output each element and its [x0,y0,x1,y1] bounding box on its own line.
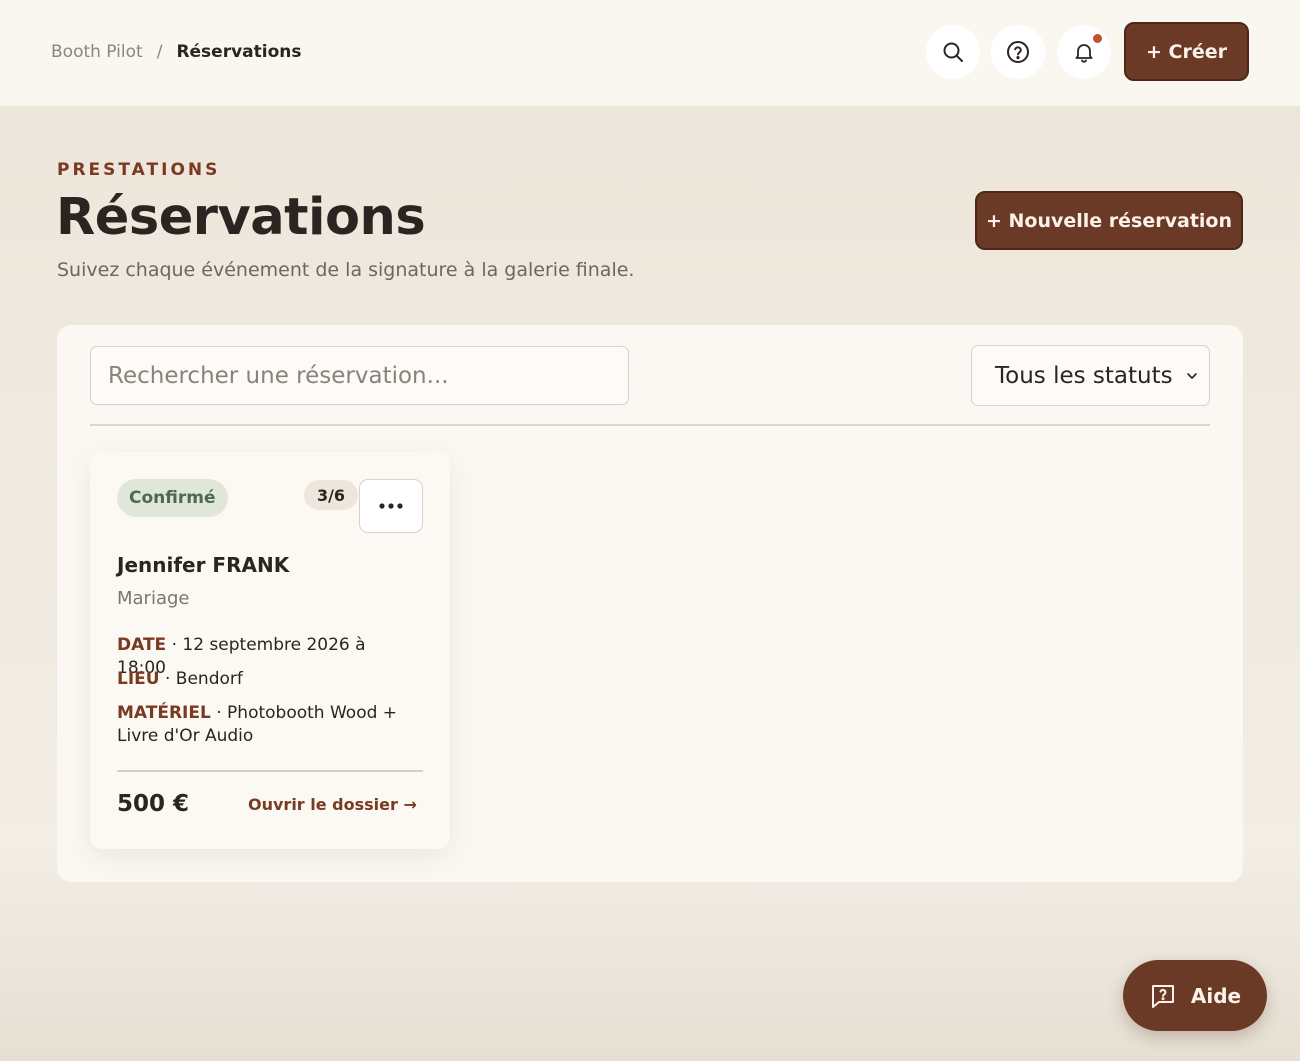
progress-count: 3/6 [304,480,358,510]
card-divider [117,770,423,772]
new-reservation-button[interactable]: + Nouvelle réservation [975,191,1243,250]
status-filter-select[interactable]: Tous les statuts [971,345,1210,406]
help-circle-icon [1007,41,1029,63]
open-file-link[interactable]: Ouvrir le dossier → [248,795,417,814]
reservation-search-input[interactable] [90,346,629,405]
create-button[interactable]: + Créer [1124,22,1249,81]
create-button-label: + Créer [1146,40,1227,63]
help-button[interactable] [991,25,1045,79]
status-badge: Confirmé [117,479,228,517]
filter-divider [90,424,1210,426]
detail-location: LIEU · Bendorf [117,669,243,689]
location-value: Bendorf [175,669,243,689]
equipment-label: MATÉRIEL [117,703,211,723]
page-title: Réservations [56,188,426,247]
new-reservation-label: + Nouvelle réservation [985,209,1233,232]
reservations-panel: Tous les statuts Confirmé 3/6 Jennifer F… [57,325,1243,882]
notification-dot [1093,34,1102,43]
page-subtitle: Suivez chaque événement de la signature … [57,259,635,281]
client-name: Jennifer FRANK [117,553,290,577]
search-button[interactable] [926,25,980,79]
reservation-price: 500 € [117,791,190,817]
top-bar: Booth Pilot / Réservations + Créer [0,0,1300,106]
date-label: DATE [117,635,167,655]
breadcrumb-root[interactable]: Booth Pilot [51,41,143,63]
breadcrumb-separator: / [156,42,163,62]
location-label: LIEU [117,669,160,689]
status-filter-value: Tous les statuts [995,362,1173,389]
reservation-card[interactable]: Confirmé 3/6 Jennifer FRANK Mariage DATE… [90,452,450,849]
breadcrumb-current: Réservations [176,42,302,62]
chat-question-icon [1151,984,1174,1008]
help-fab-button[interactable]: Aide [1123,960,1267,1031]
chevron-down-icon [1187,373,1197,379]
section-eyebrow: PRESTATIONS [57,160,221,180]
breadcrumb: Booth Pilot / Réservations [51,41,302,63]
notifications-button[interactable] [1057,25,1111,79]
detail-equipment: MATÉRIEL · Photobooth Wood + Livre d'Or … [117,703,398,746]
event-type: Mariage [117,588,190,609]
help-fab-label: Aide [1190,983,1242,1008]
more-options-button[interactable] [359,479,423,533]
search-icon [943,42,963,62]
more-horizontal-icon [379,503,403,509]
bell-icon [1075,44,1093,63]
